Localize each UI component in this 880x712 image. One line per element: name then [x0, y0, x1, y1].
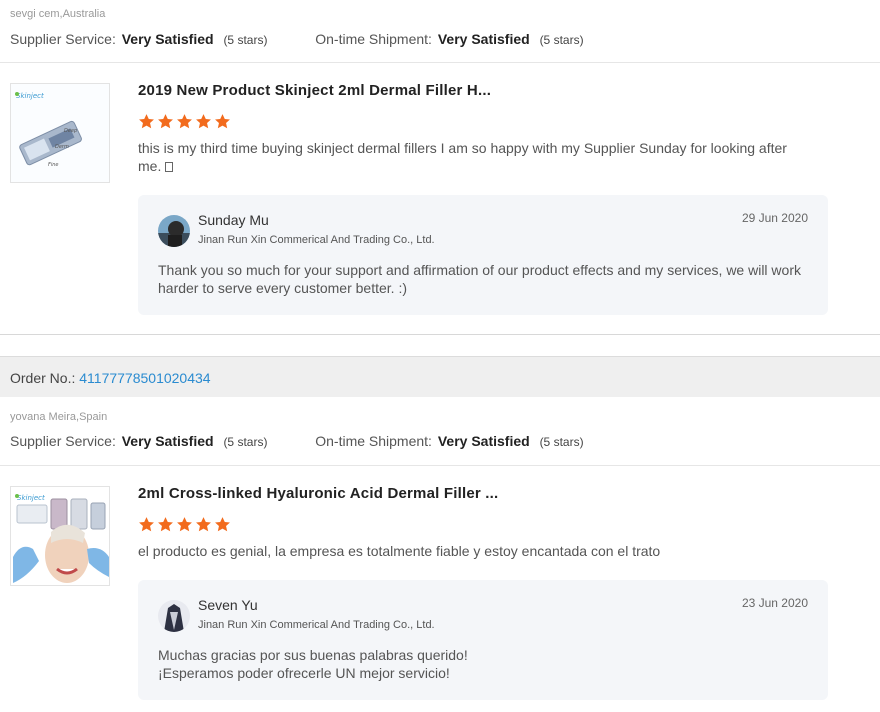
thumb-word-deep: Deep — [64, 128, 77, 134]
star-icon — [158, 517, 173, 532]
supplier-service-stars: (5 stars) — [223, 33, 268, 47]
reply-author: Seven Yu — [198, 597, 258, 613]
thumb-brand: Skinject — [16, 92, 44, 100]
product-thumbnail[interactable]: Skinject — [10, 486, 110, 586]
thumb-brand: Skinject — [17, 494, 45, 502]
star-icon — [177, 517, 192, 532]
ratings-line: Supplier Service: Very Satisfied (5 star… — [10, 433, 584, 449]
product-title-link[interactable]: 2ml Cross-linked Hyaluronic Acid Dermal … — [138, 485, 498, 502]
divider — [0, 334, 880, 335]
shipment-stars: (5 stars) — [539, 435, 584, 449]
order-info: Order No.: 41177778501020434 — [10, 370, 211, 386]
ratings-line: Supplier Service: Very Satisfied (5 star… — [10, 31, 584, 47]
shipment-label: On-time Shipment: — [315, 433, 432, 449]
supplier-service-label: Supplier Service: — [10, 433, 116, 449]
reply-company: Jinan Run Xin Commerical And Trading Co.… — [198, 619, 435, 631]
reply-text: Muchas gracias por sus buenas palabras q… — [158, 646, 808, 682]
reply-text: Thank you so much for your support and a… — [158, 262, 801, 296]
star-icon — [158, 114, 173, 129]
missing-glyph-icon — [165, 162, 174, 172]
thumb-word-fine: Fine — [48, 162, 59, 168]
supplier-service-stars: (5 stars) — [223, 435, 268, 449]
shipment-stars: (5 stars) — [539, 33, 584, 47]
supplier-service-value: Very Satisfied — [121, 31, 214, 47]
rating-stars — [138, 113, 231, 130]
supplier-reply: Seven Yu Jinan Run Xin Commerical And Tr… — [138, 580, 828, 700]
reply-text-line: ¡Esperamos poder ofrecerle UN mejor serv… — [158, 665, 450, 681]
star-icon — [215, 114, 230, 129]
buyer-name: sevgi cem,Australia — [10, 8, 106, 20]
reply-company: Jinan Run Xin Commerical And Trading Co.… — [198, 234, 435, 246]
buyer-name: yovana Meira,Spain — [10, 411, 108, 423]
star-icon — [196, 114, 211, 129]
product-thumbnail[interactable]: Skinject Deep Derm Fine — [10, 83, 110, 183]
order-label: Order No.: — [10, 370, 76, 386]
reply-date: 29 Jun 2020 — [741, 211, 808, 225]
shipment-value: Very Satisfied — [437, 433, 530, 449]
star-icon — [215, 517, 230, 532]
star-icon — [139, 114, 154, 129]
review-text: this is my third time buying skinject de… — [138, 139, 788, 175]
supplier-reply: Sunday Mu Jinan Run Xin Commerical And T… — [138, 195, 828, 315]
shipment-value: Very Satisfied — [437, 31, 530, 47]
shipment-label: On-time Shipment: — [315, 31, 432, 47]
divider — [0, 465, 880, 466]
product-title-link[interactable]: 2019 New Product Skinject 2ml Dermal Fil… — [138, 82, 491, 99]
star-icon — [177, 114, 192, 129]
supplier-service-label: Supplier Service: — [10, 31, 116, 47]
star-icon — [139, 517, 154, 532]
rating-stars — [138, 516, 231, 533]
order-number-link[interactable]: 41177778501020434 — [79, 370, 210, 386]
supplier-service-value: Very Satisfied — [121, 433, 214, 449]
reply-author: Sunday Mu — [198, 212, 269, 228]
star-icon — [196, 517, 211, 532]
reply-date: 23 Jun 2020 — [741, 596, 808, 610]
review-body: this is my third time buying skinject de… — [138, 140, 787, 174]
divider — [0, 62, 880, 63]
avatar — [158, 600, 190, 632]
review-text: el producto es genial, la empresa es tot… — [138, 543, 661, 559]
avatar — [158, 215, 190, 247]
thumb-word-derm: Derm — [55, 144, 69, 150]
order-bar: Order No.: 41177778501020434 — [0, 356, 880, 397]
reply-text-line: Muchas gracias por sus buenas palabras q… — [158, 647, 468, 663]
